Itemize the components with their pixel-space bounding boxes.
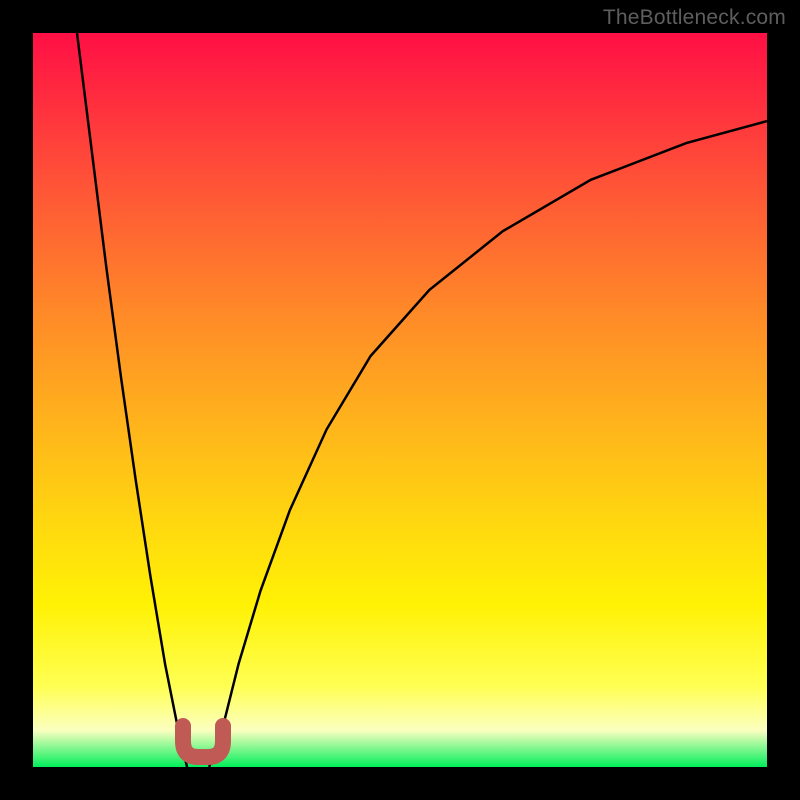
chart-curve: [77, 33, 767, 767]
curve-right-branch: [209, 121, 767, 767]
u-glyph-icon: [183, 726, 223, 757]
chart-plot: [33, 33, 767, 767]
chart-frame: [33, 33, 767, 767]
watermark-text: TheBottleneck.com: [603, 6, 786, 30]
curve-left-branch: [77, 33, 187, 767]
